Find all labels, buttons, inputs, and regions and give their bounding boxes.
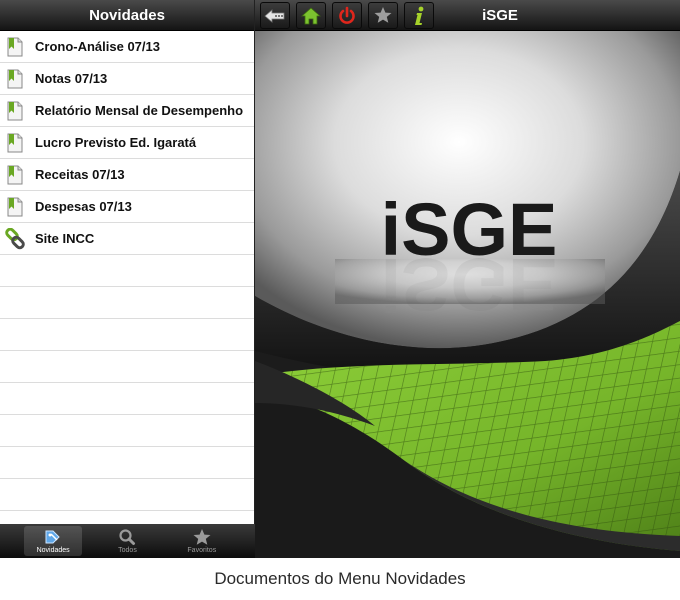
- list-item-label: Site INCC: [35, 231, 95, 246]
- tab-todos[interactable]: Todos: [98, 526, 156, 556]
- tab-favoritos[interactable]: Favoritos: [173, 526, 231, 556]
- document-list: Crono-Análise 07/13 Notas 07/13 Relatóri…: [0, 31, 254, 524]
- main-view: iSGE iSGE: [255, 0, 680, 558]
- news-icon: [45, 530, 60, 544]
- tab-label: Novidades: [36, 547, 70, 554]
- favorite-button[interactable]: [368, 2, 398, 29]
- tab-label: Favoritos: [187, 547, 217, 554]
- list-item[interactable]: Lucro Previsto Ed. Igaratá: [0, 127, 254, 159]
- document-bookmark-icon: [7, 165, 23, 184]
- back-button[interactable]: [260, 2, 290, 29]
- tab-bar: Novidades Todos Favoritos: [0, 524, 255, 558]
- power-button[interactable]: [332, 2, 362, 29]
- list-item-label: Receitas 07/13: [35, 167, 125, 182]
- info-button[interactable]: [404, 2, 434, 29]
- document-bookmark-icon: [7, 101, 23, 120]
- star-icon: [374, 7, 392, 23]
- list-item-label: Relatório Mensal de Desempenho: [35, 103, 244, 118]
- list-item[interactable]: Receitas 07/13: [0, 159, 254, 191]
- tab-novidades[interactable]: Novidades: [24, 526, 83, 556]
- power-icon: [339, 6, 355, 24]
- info-icon: [415, 6, 424, 25]
- list-item[interactable]: Despesas 07/13: [0, 191, 254, 223]
- list-item[interactable]: Notas 07/13: [0, 63, 254, 95]
- toolbar: iSGE: [255, 0, 680, 31]
- list-item[interactable]: Relatório Mensal de Desempenho: [0, 95, 254, 127]
- list-item-label: Lucro Previsto Ed. Igaratá: [35, 135, 197, 150]
- list-item-label: Notas 07/13: [35, 71, 108, 86]
- tab-label: Todos: [118, 547, 137, 554]
- sidebar: Novidades Crono-Análise 07/13 Notas 07/1…: [0, 0, 255, 558]
- back-arrow-icon: [264, 8, 285, 23]
- chain-link-icon: [5, 227, 25, 249]
- app-title: iSGE: [482, 7, 518, 24]
- document-bookmark-icon: [7, 37, 23, 56]
- list-item-label: Despesas 07/13: [35, 199, 132, 214]
- list-item[interactable]: Crono-Análise 07/13: [0, 31, 254, 63]
- document-bookmark-icon: [7, 197, 23, 216]
- home-button[interactable]: [296, 2, 326, 29]
- home-icon: [301, 6, 321, 24]
- list-item-label: Crono-Análise 07/13: [35, 39, 160, 54]
- splash-artwork: iSGE iSGE: [255, 31, 680, 558]
- sidebar-title: Novidades: [0, 0, 254, 31]
- list-item[interactable]: Site INCC: [0, 223, 254, 255]
- star-icon: [193, 529, 211, 545]
- figure-caption: Documentos do Menu Novidades: [214, 569, 466, 588]
- document-bookmark-icon: [7, 133, 23, 152]
- document-bookmark-icon: [7, 69, 23, 88]
- magnifier-icon: [119, 529, 136, 545]
